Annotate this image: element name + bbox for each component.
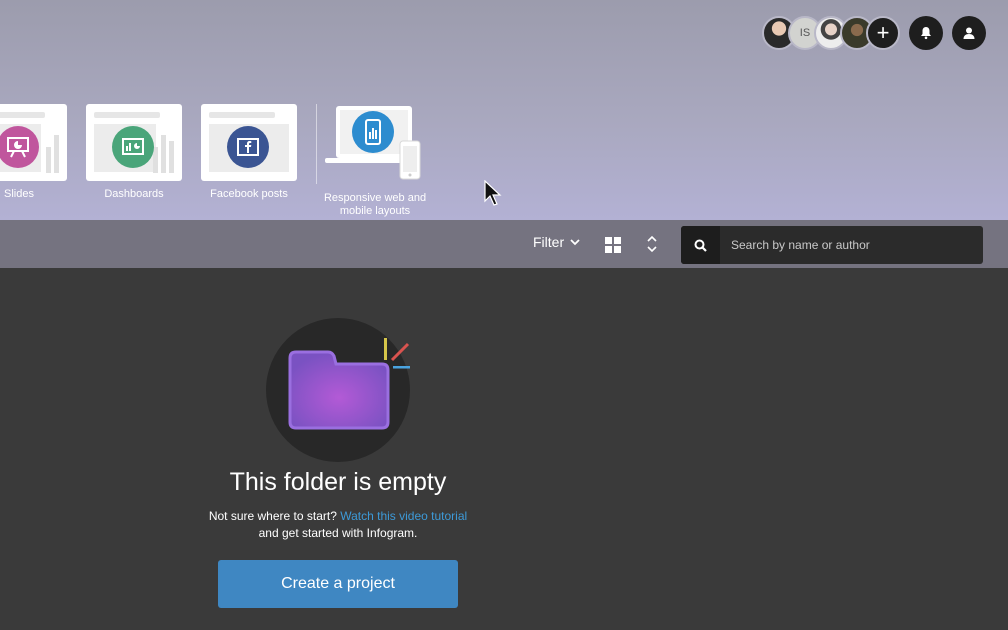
search-input[interactable] [720, 226, 983, 264]
template-label: Facebook posts [210, 188, 288, 200]
notifications-button[interactable] [909, 16, 943, 50]
sort-icon[interactable] [645, 235, 659, 253]
filter-label: Filter [533, 234, 565, 250]
empty-state-title: This folder is empty [229, 468, 447, 496]
project-list-area: This folder is empty Not sure where to s… [0, 268, 1008, 630]
add-collaborator-button[interactable]: + [866, 16, 900, 50]
plus-icon: + [876, 20, 890, 45]
create-project-button[interactable]: Create a project [218, 560, 458, 608]
user-icon [963, 27, 975, 39]
responsive-layout-illustration [325, 106, 421, 180]
template-responsive[interactable]: Responsive web and mobile layouts [323, 104, 427, 218]
grid-view-icon[interactable] [605, 237, 621, 253]
template-divider [316, 104, 317, 184]
empty-state-text: Not sure where to start? Watch this vide… [138, 508, 538, 542]
filter-dropdown[interactable]: Filter [533, 234, 580, 250]
chevron-down-icon [570, 238, 580, 245]
empty-state-text-end: and get started with Infogram. [258, 526, 418, 540]
template-slides[interactable]: Slides [0, 104, 67, 201]
header-actions: IS + [762, 16, 986, 50]
empty-folder-illustration [266, 318, 415, 462]
template-card [86, 104, 182, 181]
template-dashboards[interactable]: Dashboards [86, 104, 182, 201]
dashboard-icon [112, 126, 154, 168]
toolbar: Filter [0, 220, 1008, 268]
profile-button[interactable] [952, 16, 986, 50]
empty-state-text-start: Not sure where to start? [208, 509, 337, 523]
search-box [681, 226, 983, 264]
template-facebook-posts[interactable]: Facebook posts [201, 104, 297, 201]
mouse-cursor-icon [484, 180, 502, 206]
template-card [201, 104, 297, 181]
bell-icon [921, 27, 931, 40]
template-label: Dashboards [104, 188, 164, 200]
template-label: Responsive web and mobile layouts [323, 192, 427, 217]
template-label: Slides [4, 188, 34, 200]
search-button[interactable] [681, 226, 720, 264]
template-hero: IS + Slides Dashboards Facebook posts Re… [0, 0, 1008, 220]
search-icon [694, 239, 707, 252]
video-tutorial-link[interactable]: Watch this video tutorial [340, 509, 467, 523]
facebook-icon [227, 126, 269, 168]
template-card [0, 104, 67, 181]
